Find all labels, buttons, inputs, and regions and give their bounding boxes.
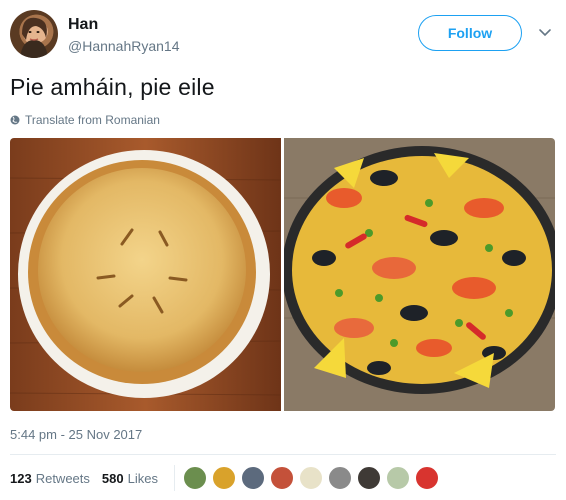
apple-pie-photo[interactable]: [10, 138, 281, 411]
liker-avatar[interactable]: [385, 466, 410, 490]
retweets-label: Retweets: [35, 470, 90, 486]
translate-label[interactable]: Translate from Romanian: [25, 113, 160, 127]
avatar-photo: [20, 17, 48, 58]
liker-avatar[interactable]: [240, 466, 265, 490]
liker-avatar[interactable]: [269, 466, 294, 490]
user-handle[interactable]: @HannahRyan14: [68, 38, 180, 54]
translate-link[interactable]: Translate from Romanian: [10, 113, 160, 127]
user-name[interactable]: Han: [68, 16, 98, 34]
tweet-text: Pie amháin, pie eile: [10, 74, 215, 100]
liker-avatar[interactable]: [327, 466, 352, 490]
tweet-media: [10, 138, 555, 411]
tweet-stats: 123 Retweets 580 Likes: [10, 465, 439, 491]
liker-avatar[interactable]: [414, 466, 439, 490]
tweet-timestamp[interactable]: 5:44 pm - 25 Nov 2017: [10, 427, 142, 442]
liker-avatar[interactable]: [182, 466, 207, 490]
likes-label: Likes: [127, 470, 158, 486]
liker-avatar[interactable]: [298, 466, 323, 490]
likes-stat[interactable]: 580 Likes: [102, 471, 158, 486]
user-avatar[interactable]: [10, 10, 58, 58]
retweets-count: 123: [10, 470, 32, 486]
likes-count: 580: [101, 470, 124, 486]
chevron-down-icon[interactable]: [538, 26, 552, 40]
paella-photo[interactable]: [284, 138, 555, 411]
retweets-stat[interactable]: 123 Retweets: [10, 471, 90, 486]
liker-avatar[interactable]: [356, 466, 381, 490]
follow-button[interactable]: Follow: [418, 15, 522, 51]
tweet-header: Han @HannahRyan14 Follow: [10, 10, 556, 60]
liker-avatars: [182, 466, 439, 490]
divider: [10, 454, 556, 455]
globe-icon: [10, 115, 20, 125]
liker-avatar[interactable]: [211, 466, 236, 490]
stats-separator: [173, 465, 175, 491]
